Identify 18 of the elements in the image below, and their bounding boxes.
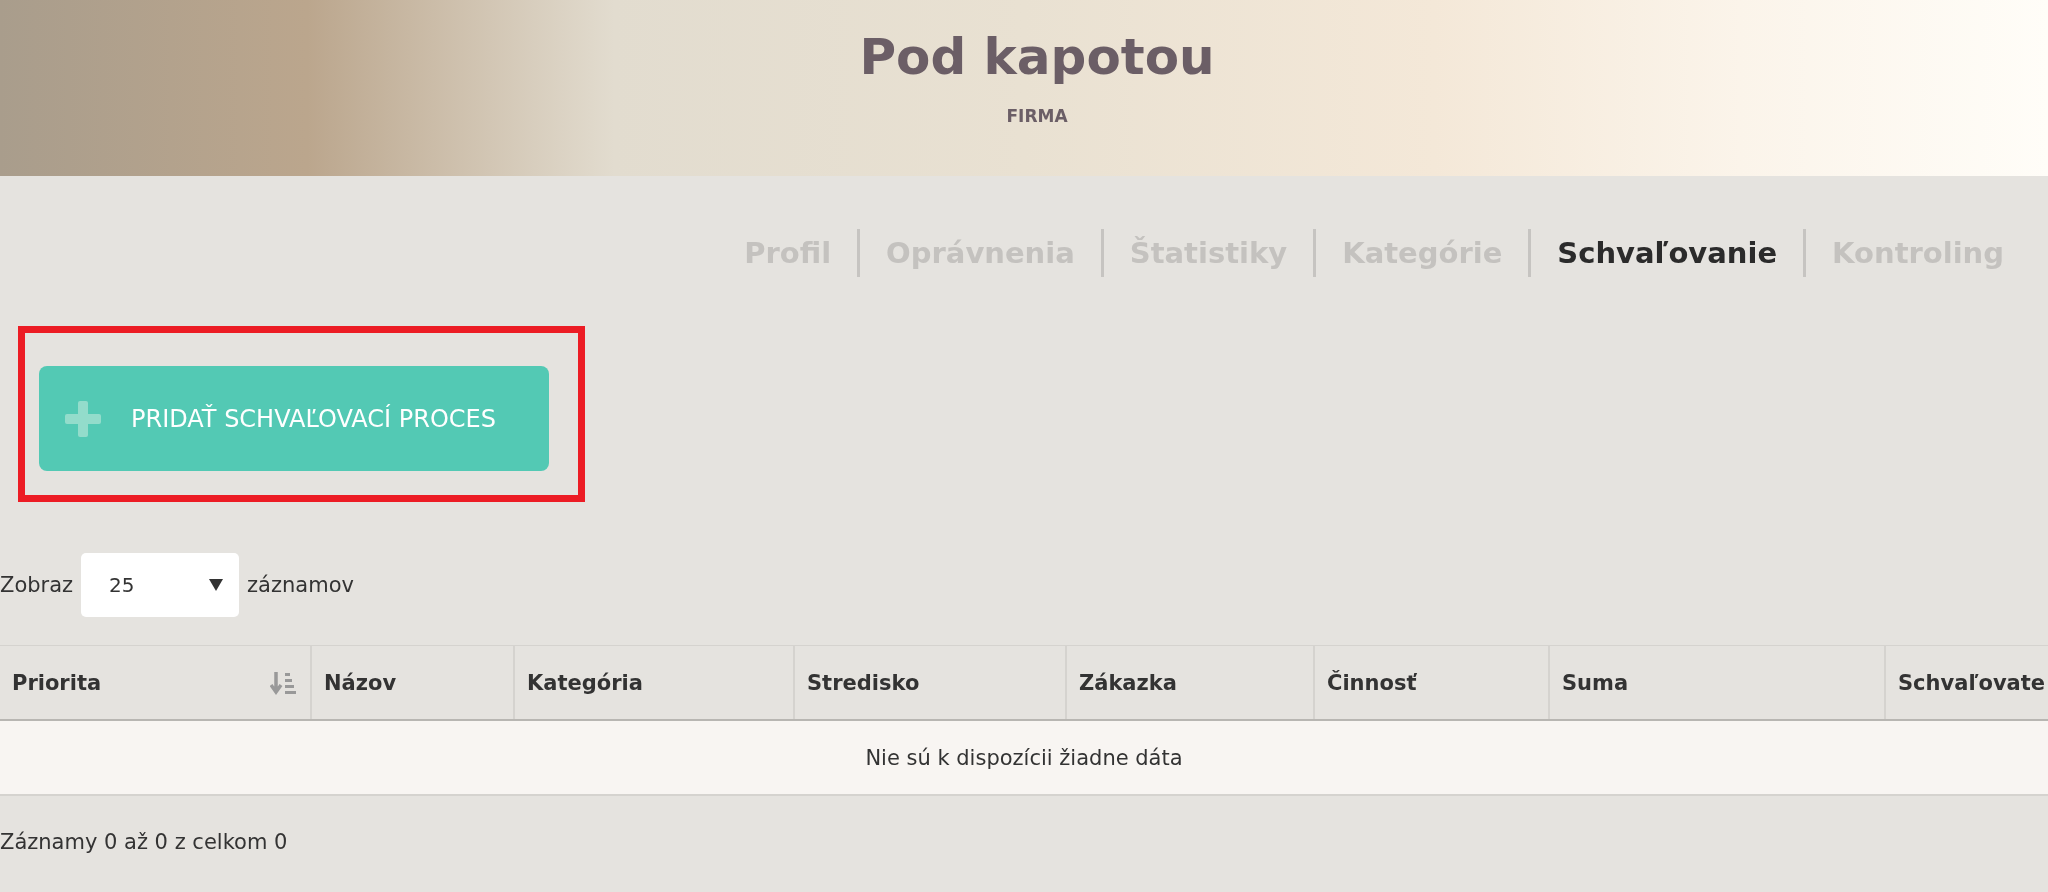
column-header[interactable]: Kategória xyxy=(515,646,795,719)
dropdown-caret-icon xyxy=(209,579,224,591)
column-header[interactable]: Činnosť xyxy=(1315,646,1550,719)
empty-message: Nie sú k dispozícii žiadne dáta xyxy=(865,745,1183,770)
column-header[interactable]: Schvaľovate xyxy=(1886,646,2048,719)
plus-icon xyxy=(65,400,101,437)
company-label: FIRMA xyxy=(1006,106,1068,126)
column-header[interactable]: Stredisko xyxy=(795,646,1067,719)
column-header[interactable]: Zákazka xyxy=(1067,646,1315,719)
page-size-select[interactable]: 25 xyxy=(81,553,240,617)
show-label: Zobraz xyxy=(0,573,74,597)
column-header[interactable]: Suma xyxy=(1550,646,1886,719)
records-label: záznamov xyxy=(247,573,354,597)
column-header[interactable]: Názov xyxy=(312,646,515,719)
column-header[interactable]: Priorita xyxy=(0,646,312,719)
table-info: Záznamy 0 až 0 z celkom 0 xyxy=(0,829,289,854)
nav-tab[interactable]: Schvaľovanie xyxy=(1531,236,1804,270)
company-name: Pod kapotou xyxy=(859,28,1215,86)
